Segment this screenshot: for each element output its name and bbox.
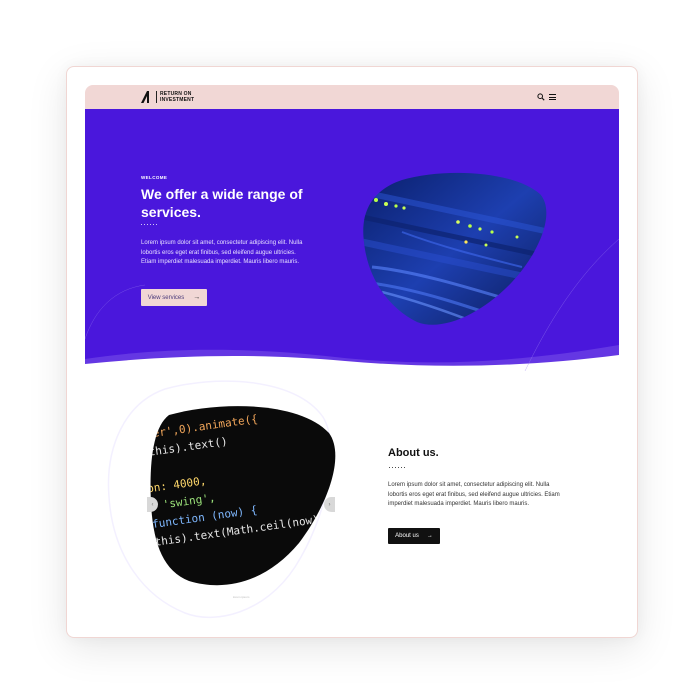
hero-eyebrow: WELCOME: [141, 175, 168, 180]
about-us-button[interactable]: About us →: [388, 528, 440, 544]
hero-section: WELCOME We offer a wide range of service…: [85, 109, 619, 371]
search-icon[interactable]: [537, 93, 545, 101]
hamburger-menu-icon[interactable]: [549, 94, 556, 100]
logo-text[interactable]: RETURN ON INVESTMENT: [160, 91, 230, 103]
server-network-cables-photo: [363, 172, 547, 325]
site-header: RETURN ON INVESTMENT: [85, 85, 619, 109]
chevron-left-icon: ‹: [151, 501, 154, 508]
website-page: RETURN ON INVESTMENT WELCOME We offer a …: [85, 85, 619, 619]
about-us-label: About us: [395, 533, 419, 539]
carousel-next-button[interactable]: ›: [324, 497, 335, 512]
hero-description: Lorem ipsum dolor sit amet, consectetur …: [141, 240, 303, 265]
logo-icon[interactable]: [140, 90, 154, 104]
browser-frame: RETURN ON INVESTMENT WELCOME We offer a …: [66, 66, 638, 638]
arrow-right-icon: →: [426, 533, 433, 539]
hero-dots-divider: [141, 224, 158, 226]
logo-divider: [156, 91, 157, 103]
chevron-right-icon: ›: [328, 501, 331, 508]
image-caption: lorem ipsum: [233, 595, 250, 599]
about-title: About us.: [388, 447, 439, 459]
view-services-button[interactable]: View services →: [141, 289, 207, 306]
about-description: Lorem ipsum dolor sit amet, consectetur …: [388, 482, 560, 507]
arrow-right-icon: →: [193, 294, 201, 301]
about-dots-divider: [389, 467, 406, 469]
code-screen-photo: nter',0).animate({ (this).text() on: 400…: [150, 406, 336, 586]
logo-line-2: INVESTMENT: [160, 97, 195, 103]
hero-title: We offer a wide range of services.: [141, 186, 303, 220]
view-services-label: View services: [147, 294, 185, 301]
